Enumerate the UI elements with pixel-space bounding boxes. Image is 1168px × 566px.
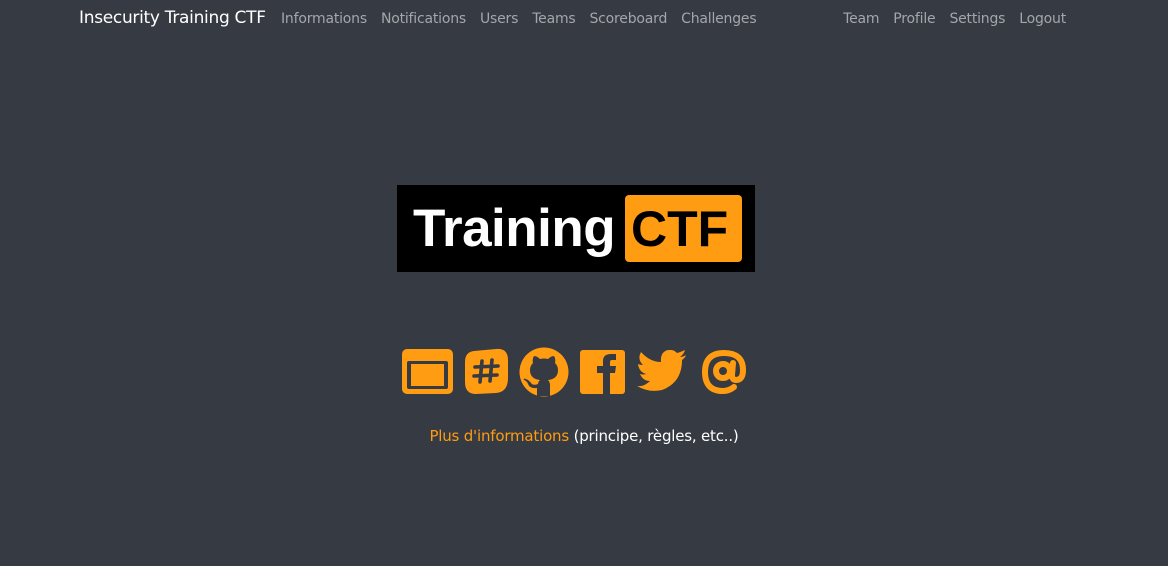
nav-logout[interactable]: Logout [1019, 11, 1066, 27]
nav-informations[interactable]: Informations [281, 11, 367, 27]
logo-word-training: Training [413, 199, 616, 258]
nav-right: Team Profile Settings Logout [843, 11, 1066, 27]
nav-profile[interactable]: Profile [893, 11, 935, 27]
logo-ctf-box: CTF [625, 195, 742, 262]
training-ctf-logo: Training CTF [397, 185, 755, 272]
github-icon[interactable] [519, 347, 569, 397]
nav-settings[interactable]: Settings [949, 11, 1005, 27]
slack-icon[interactable] [464, 348, 509, 395]
facebook-icon[interactable] [580, 350, 625, 394]
twitter-icon[interactable] [637, 350, 687, 392]
logo-word-ctf: CTF [631, 201, 729, 257]
more-info-link[interactable]: Plus d'informations [429, 427, 569, 445]
nav-scoreboard[interactable]: Scoreboard [590, 11, 668, 27]
navbar: Insecurity Training CTF Informations Not… [0, 0, 1168, 38]
social-icons [0, 346, 1168, 398]
at-email-icon[interactable] [699, 347, 749, 397]
nav-teams[interactable]: Teams [532, 11, 576, 27]
nav-left: Informations Notifications Users Teams S… [281, 11, 757, 27]
nav-challenges[interactable]: Challenges [681, 11, 756, 27]
nav-team[interactable]: Team [843, 11, 879, 27]
window-icon[interactable] [402, 349, 453, 394]
brand-link[interactable]: Insecurity Training CTF [79, 8, 266, 28]
info-line: Plus d'informations (principe, règles, e… [0, 427, 1168, 445]
info-suffix: (principe, règles, etc..) [573, 427, 739, 445]
nav-notifications[interactable]: Notifications [381, 11, 466, 27]
nav-users[interactable]: Users [480, 11, 518, 27]
